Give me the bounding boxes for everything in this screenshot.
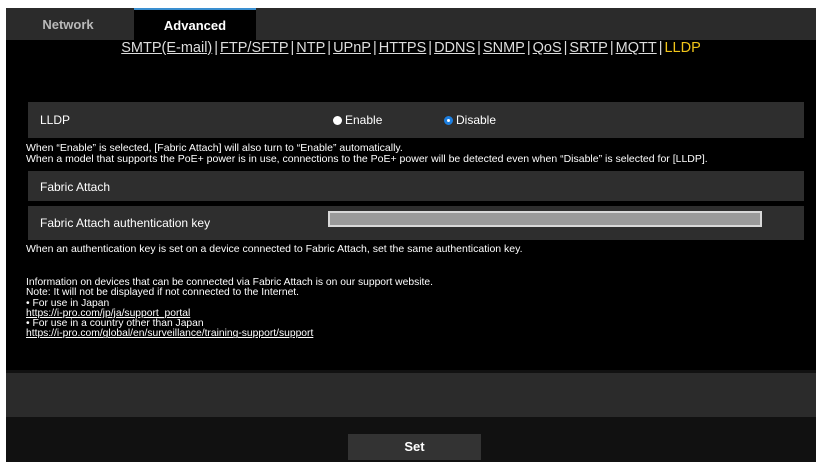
fabric-key-note: When an authentication key is set on a d…	[26, 243, 523, 255]
link-smtp[interactable]: SMTP(E-mail)	[121, 40, 212, 56]
lldp-note-1: When “Enable” is selected, [Fabric Attac…	[26, 142, 403, 154]
enable-label: Enable	[345, 113, 383, 127]
link-upnp[interactable]: UPnP	[333, 40, 371, 56]
link-snmp[interactable]: SNMP	[483, 40, 525, 56]
fabric-attach-header-row: Fabric Attach	[28, 171, 804, 201]
global-support-link[interactable]: https://i-pro.com/global/en/surveillance…	[26, 328, 313, 339]
tab-advanced[interactable]: Advanced	[134, 8, 256, 40]
radio-unselected-icon	[333, 115, 342, 125]
separator: |	[327, 40, 332, 56]
sub-navigation: SMTP(E-mail) | FTP/SFTP | NTP | UPnP | HTTPS | DDN…	[6, 40, 816, 56]
tab-network[interactable]: Network	[6, 8, 130, 40]
fabric-key-row: Fabric Attach authentication key	[28, 206, 804, 240]
link-qos[interactable]: QoS	[533, 40, 562, 56]
separator: |	[526, 40, 531, 56]
lldp-label: LLDP	[40, 113, 71, 127]
fabric-attach-header: Fabric Attach	[40, 180, 111, 194]
link-ftp-sftp[interactable]: FTP/SFTP	[220, 40, 288, 56]
link-ddns[interactable]: DDNS	[434, 40, 475, 56]
link-srtp[interactable]: SRTP	[569, 40, 607, 56]
separator: |	[563, 40, 568, 56]
link-mqtt[interactable]: MQTT	[616, 40, 657, 56]
separator: |	[658, 40, 663, 56]
separator: |	[477, 40, 481, 56]
disable-label: Disable	[456, 113, 497, 127]
footer-gray-bar	[6, 373, 816, 417]
separator: |	[609, 40, 614, 56]
link-https[interactable]: HTTPS	[379, 40, 427, 56]
link-ntp[interactable]: NTP	[296, 40, 325, 56]
tab-bar: Network Advanced	[6, 8, 816, 40]
separator: |	[372, 40, 377, 56]
lldp-row: LLDP Enable Disable	[28, 102, 804, 138]
settings-frame: Network Advanced SMTP(E-mail) | FTP/SFTP | N…	[6, 8, 816, 462]
fabric-key-input[interactable]	[328, 211, 762, 227]
fabric-key-label: Fabric Attach authentication key	[40, 216, 211, 230]
radio-selected-icon	[444, 115, 453, 125]
lldp-enable-radio[interactable]: Enable	[333, 113, 382, 127]
lldp-disable-radio[interactable]: Disable	[444, 113, 496, 127]
separator: |	[214, 40, 219, 56]
separator: |	[428, 40, 433, 56]
support-info: Information on devices that can be conne…	[26, 277, 433, 340]
separator: |	[290, 40, 295, 56]
set-button[interactable]: Set	[348, 434, 481, 460]
link-lldp-current: LLDP	[664, 40, 701, 56]
lldp-note-2: When a model that supports the PoE+ powe…	[26, 153, 708, 165]
